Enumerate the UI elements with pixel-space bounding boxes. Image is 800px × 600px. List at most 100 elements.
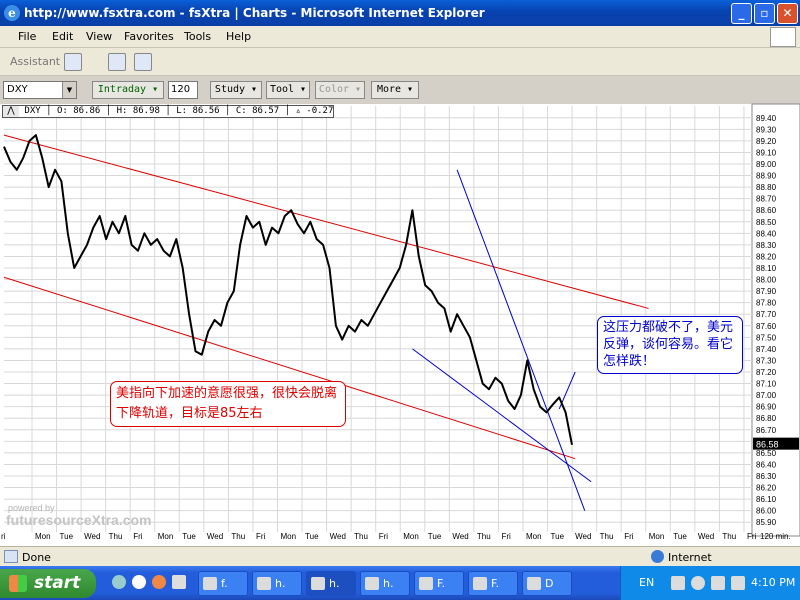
x-tick-label: Fri — [624, 532, 634, 541]
windows-logo-icon — [770, 27, 796, 47]
y-tick-label: 88.70 — [756, 195, 777, 204]
restore-button[interactable]: ▫ — [754, 3, 775, 24]
chart-type-icon: ⋀ — [3, 106, 19, 117]
task-icon — [257, 577, 271, 590]
window-title: http://www.fsxtra.com - fsXtra | Charts … — [24, 6, 485, 20]
info-close: C: 86.57 — [235, 106, 280, 116]
info-open: O: 86.86 — [56, 106, 101, 116]
y-tick-label: 87.70 — [756, 310, 777, 319]
y-tick-label: 88.00 — [756, 276, 777, 285]
x-tick-label: Mon — [403, 532, 419, 541]
quicklaunch-icon-4[interactable] — [172, 575, 186, 589]
x-tick-label: Thu — [231, 532, 245, 541]
y-tick-label: 89.20 — [756, 137, 777, 146]
y-tick-label: 88.20 — [756, 252, 777, 261]
clock: 4:10 PM — [751, 576, 796, 589]
y-tick-label: 87.00 — [756, 391, 777, 400]
y-tick-label: 86.50 — [756, 449, 777, 458]
quicklaunch-icon-1[interactable] — [112, 575, 126, 589]
task-button-3[interactable]: h. — [306, 571, 356, 596]
menu-tools[interactable]: Tools — [184, 30, 211, 43]
quicklaunch-icon-2[interactable] — [132, 575, 146, 589]
mail-icon[interactable] — [108, 53, 126, 71]
zone-text: Internet — [668, 551, 712, 564]
taskbar: start f. h. h. h. F. F. D EN 4:10 PM — [0, 566, 800, 600]
ie-toolbar: Assistant — [0, 48, 800, 76]
ie-logo-icon: e — [4, 5, 20, 21]
menu-edit[interactable]: Edit — [52, 30, 73, 43]
minimize-button[interactable]: _ — [731, 3, 752, 24]
x-tick-label: Tue — [305, 532, 319, 541]
x-tick-label: Wed — [207, 532, 223, 541]
x-tick-label: Wed — [698, 532, 714, 541]
task-button-4[interactable]: h. — [360, 571, 410, 596]
x-tick-label: Thu — [722, 532, 736, 541]
tray-icon-2[interactable] — [691, 576, 705, 590]
y-tick-label: 87.20 — [756, 368, 777, 377]
x-tick-label: Mon — [649, 532, 665, 541]
menu-help[interactable]: Help — [226, 30, 251, 43]
y-tick-label: 86.90 — [756, 403, 777, 412]
messenger-icon[interactable] — [134, 53, 152, 71]
tray-icon-3[interactable] — [711, 576, 725, 590]
system-tray: EN 4:10 PM — [620, 566, 800, 600]
menu-file[interactable]: File — [18, 30, 36, 43]
close-button[interactable]: ✕ — [777, 3, 798, 24]
y-tick-label: 88.90 — [756, 172, 777, 181]
x-tick-label: Fri — [747, 532, 757, 541]
price-chart[interactable]: 89.40 89.30 89.20 89.10 89.00 88.90 88.80 88.70… — [0, 76, 800, 546]
menu-bar: File Edit View Favorites Tools Help — [0, 26, 800, 48]
assistant-label[interactable]: Assistant — [10, 55, 60, 68]
y-tick-label: 88.60 — [756, 206, 777, 215]
x-tick-label: Wed — [84, 532, 100, 541]
y-tick-label: 86.30 — [756, 472, 777, 481]
menu-favorites[interactable]: Favorites — [124, 30, 174, 43]
title-bar: e http://www.fsxtra.com - fsXtra | Chart… — [0, 0, 800, 26]
language-indicator[interactable]: EN — [639, 576, 654, 589]
task-button-2[interactable]: h. — [252, 571, 302, 596]
task-label: h. — [383, 577, 394, 590]
tray-icon-1[interactable] — [671, 576, 685, 590]
y-tick-label: 86.20 — [756, 484, 777, 493]
x-tick-label: Mon — [35, 532, 51, 541]
task-icon — [419, 577, 433, 590]
task-label: F. — [437, 577, 446, 590]
last-price-label: 86.58 — [756, 440, 779, 450]
x-tick-label: Wed — [575, 532, 591, 541]
x-tick-label: Fri — [379, 532, 389, 541]
task-icon — [203, 577, 217, 590]
tray-icon-4[interactable] — [731, 576, 745, 590]
y-tick-label: 88.10 — [756, 264, 777, 273]
page-content: DXY ▼ Intraday ▾ 120 Study ▾ Tool ▾ Colo… — [0, 76, 800, 546]
y-tick-label: 86.40 — [756, 460, 777, 469]
left-note-text: 美指向下加速的意愿很强，很快会脱离下降轨道，目标是85左右 — [116, 386, 338, 421]
task-button-5[interactable]: F. — [414, 571, 464, 596]
last-price-marker: 86.58 — [753, 437, 799, 450]
info-change: ▵ -0.27 — [295, 106, 334, 116]
ohlc-info-bar: ⋀ DXY │ O: 86.86 │ H: 86.98 │ L: 86.56 │… — [2, 105, 335, 118]
y-tick-label: 88.40 — [756, 229, 777, 238]
y-tick-label: 86.80 — [756, 414, 777, 423]
right-note-text: 这压力都破不了，美元反弹，谈何容易。看它怎样跌！ — [603, 320, 734, 369]
task-label: D — [545, 577, 554, 590]
x-tick-label: Fri — [501, 532, 511, 541]
quicklaunch-icon-3[interactable] — [152, 575, 166, 589]
task-icon — [473, 577, 487, 590]
y-tick-label: 87.80 — [756, 299, 777, 308]
y-tick-label: 87.40 — [756, 345, 777, 354]
checkmark-icon[interactable] — [64, 53, 82, 71]
x-unit-label: 120 min. — [760, 532, 791, 541]
start-button[interactable]: start — [0, 569, 96, 598]
task-button-1[interactable]: f. — [198, 571, 248, 596]
x-tick-label: Mon — [526, 532, 542, 541]
task-icon — [527, 577, 541, 590]
right-note-callout: 这压力都破不了，美元反弹，谈何容易。看它怎样跌！ — [597, 316, 743, 374]
task-button-6[interactable]: F. — [468, 571, 518, 596]
y-tick-label: 88.80 — [756, 183, 777, 192]
x-tick-label: Wed — [330, 532, 346, 541]
menu-view[interactable]: View — [86, 30, 112, 43]
x-tick-label: Tue — [673, 532, 687, 541]
task-button-7[interactable]: D — [522, 571, 572, 596]
page-done-icon — [4, 550, 18, 563]
x-tick-label: Thu — [600, 532, 614, 541]
